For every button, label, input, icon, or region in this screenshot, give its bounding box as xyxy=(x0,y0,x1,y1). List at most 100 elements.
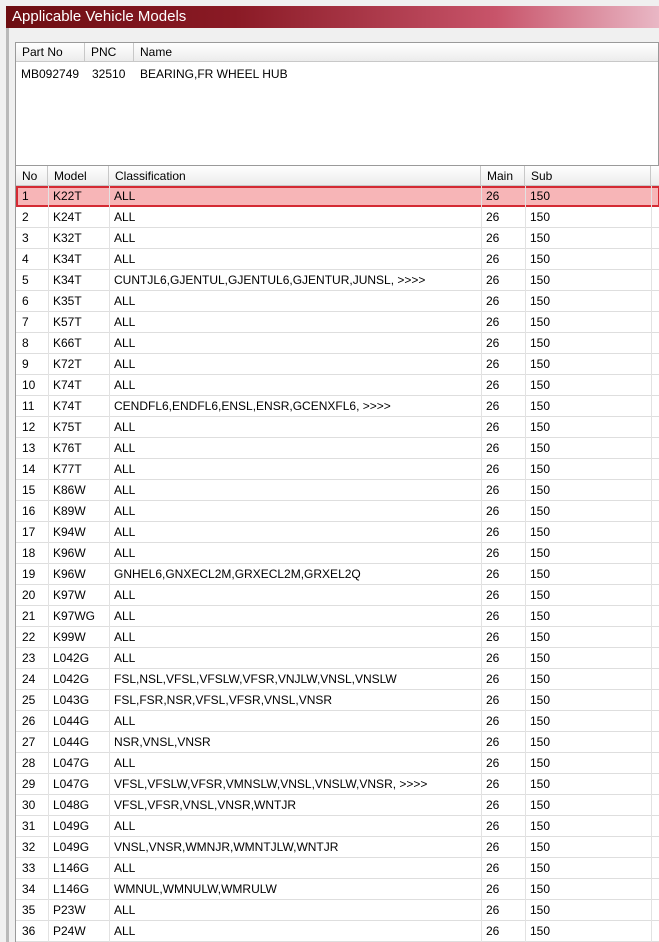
model-cell: K97W xyxy=(53,588,86,602)
table-row[interactable]: 21 K97WG ALL 26 150 xyxy=(16,606,659,627)
table-row[interactable]: 3 K32T ALL 26 150 xyxy=(16,228,659,249)
table-row[interactable]: 7 K57T ALL 26 150 xyxy=(16,312,659,333)
table-row[interactable]: 19 K96W GNHEL6,GNXECL2M,GRXECL2M,GRXEL2Q 26… xyxy=(16,564,659,585)
column-divider xyxy=(48,690,49,711)
column-divider xyxy=(48,711,49,732)
column-header-pnc[interactable]: PNC xyxy=(85,43,134,62)
table-row[interactable]: 18 K96W ALL 26 150 xyxy=(16,543,659,564)
table-row[interactable]: 11 K74T CENDFL6,ENDFL6,ENSL,ENSR,GCENXFL6,… xyxy=(16,396,659,417)
vehicle-models-table: No Model Classification Main Sub 1 K22T AL… xyxy=(15,165,659,942)
table-row[interactable]: 9 K72T ALL 26 150 xyxy=(16,354,659,375)
column-divider xyxy=(481,879,482,900)
column-divider xyxy=(48,312,49,333)
table-row[interactable]: 28 L047G ALL 26 150 xyxy=(16,753,659,774)
table-row[interactable]: 25 L043G FSL,FSR,NSR,VFSL,VFSR,VNSL,VNSR 26… xyxy=(16,690,659,711)
table-row[interactable]: 6 K35T ALL 26 150 xyxy=(16,291,659,312)
table-row[interactable]: 22 K99W ALL 26 150 xyxy=(16,627,659,648)
table-row[interactable]: 14 K77T ALL 26 150 xyxy=(16,459,659,480)
column-divider xyxy=(525,459,526,480)
main-group-cell: 26 xyxy=(486,567,500,581)
row-number-cell: 14 xyxy=(22,462,36,476)
classification-cell: ALL xyxy=(114,357,136,371)
table-row[interactable]: 2 K24T ALL 26 150 xyxy=(16,207,659,228)
classification-cell: ALL xyxy=(114,924,136,938)
row-number-cell: 3 xyxy=(22,231,29,245)
column-divider xyxy=(109,732,110,753)
column-divider xyxy=(651,207,652,228)
table-row[interactable]: 35 P23W ALL 26 150 xyxy=(16,900,659,921)
model-cell: K94W xyxy=(53,525,86,539)
table-row[interactable]: 29 L047G VFSL,VFSLW,VFSR,VMNSLW,VNSL,VNSLW… xyxy=(16,774,659,795)
column-divider xyxy=(651,333,652,354)
table-row[interactable]: 34 L146G WMNUL,WMNULW,WMRULW 26 150 xyxy=(16,879,659,900)
table-row[interactable]: 12 K75T ALL 26 150 xyxy=(16,417,659,438)
main-group-cell: 26 xyxy=(486,525,500,539)
column-divider xyxy=(651,753,652,774)
table-row[interactable]: 1 K22T ALL 26 150 xyxy=(16,186,659,207)
table-row[interactable]: 5 K34T CUNTJL6,GJENTUL,GJENTUL6,GJENTUR,JU… xyxy=(16,270,659,291)
column-divider xyxy=(651,312,652,333)
table-row[interactable]: 26 L044G ALL 26 150 xyxy=(16,711,659,732)
table-row[interactable]: 24 L042G FSL,NSL,VFSL,VFSLW,VFSR,VNJLW,VNS… xyxy=(16,669,659,690)
column-divider xyxy=(481,291,482,312)
main-group-cell: 26 xyxy=(486,714,500,728)
sub-group-cell: 150 xyxy=(530,819,551,833)
table-row[interactable]: 31 L049G ALL 26 150 xyxy=(16,816,659,837)
column-divider xyxy=(481,501,482,522)
sub-group-cell: 150 xyxy=(530,882,551,896)
column-divider xyxy=(48,648,49,669)
column-divider xyxy=(109,312,110,333)
table-row[interactable]: 32 L049G VNSL,VNSR,WMNJR,WMNTJLW,WNTJR 26 15… xyxy=(16,837,659,858)
table-row[interactable]: 17 K94W ALL 26 150 xyxy=(16,522,659,543)
sub-group-cell: 150 xyxy=(530,441,551,455)
column-divider xyxy=(48,543,49,564)
table-row[interactable]: 20 K97W ALL 26 150 xyxy=(16,585,659,606)
table-row[interactable]: 4 K34T ALL 26 150 xyxy=(16,249,659,270)
column-divider xyxy=(525,333,526,354)
column-divider xyxy=(48,585,49,606)
column-header-name[interactable]: Name xyxy=(134,43,658,62)
column-divider xyxy=(481,732,482,753)
table-row[interactable]: 27 L044G NSR,VNSL,VNSR 26 150 xyxy=(16,732,659,753)
column-header-classification[interactable]: Classification xyxy=(109,166,481,186)
column-divider xyxy=(481,564,482,585)
row-number-cell: 20 xyxy=(22,588,36,602)
row-number-cell: 25 xyxy=(22,693,36,707)
table-row[interactable]: 36 P24W ALL 26 150 xyxy=(16,921,659,942)
table-row[interactable]: 10 K74T ALL 26 150 xyxy=(16,375,659,396)
column-header-no[interactable]: No xyxy=(16,166,48,186)
column-divider xyxy=(48,396,49,417)
row-number-cell: 13 xyxy=(22,441,36,455)
table-row[interactable]: 15 K86W ALL 26 150 xyxy=(16,480,659,501)
table-row[interactable]: 23 L042G ALL 26 150 xyxy=(16,648,659,669)
table-row[interactable]: 30 L048G VFSL,VFSR,VNSL,VNSR,WNTJR 26 150 xyxy=(16,795,659,816)
window-title: Applicable Vehicle Models xyxy=(12,8,187,25)
sub-group-cell: 150 xyxy=(530,735,551,749)
table-row[interactable]: 16 K89W ALL 26 150 xyxy=(16,501,659,522)
sub-group-cell: 150 xyxy=(530,483,551,497)
column-divider xyxy=(48,774,49,795)
model-cell: K74T xyxy=(53,378,82,392)
column-divider xyxy=(109,585,110,606)
column-divider xyxy=(481,648,482,669)
table-row[interactable]: 8 K66T ALL 26 150 xyxy=(16,333,659,354)
column-divider xyxy=(109,606,110,627)
column-divider xyxy=(109,333,110,354)
column-divider xyxy=(651,375,652,396)
table-row[interactable]: 13 K76T ALL 26 150 xyxy=(16,438,659,459)
column-divider xyxy=(48,270,49,291)
column-header-part-no[interactable]: Part No xyxy=(16,43,85,62)
column-header-model[interactable]: Model xyxy=(48,166,109,186)
classification-cell: WMNUL,WMNULW,WMRULW xyxy=(114,882,277,896)
sub-group-cell: 150 xyxy=(530,357,551,371)
column-header-main[interactable]: Main xyxy=(481,166,525,186)
column-divider xyxy=(525,879,526,900)
column-divider xyxy=(651,669,652,690)
model-cell: K35T xyxy=(53,294,82,308)
column-divider xyxy=(48,375,49,396)
classification-cell: ALL xyxy=(114,630,136,644)
column-header-sub[interactable]: Sub xyxy=(525,166,651,186)
column-divider xyxy=(651,270,652,291)
column-divider xyxy=(48,564,49,585)
table-row[interactable]: 33 L146G ALL 26 150 xyxy=(16,858,659,879)
